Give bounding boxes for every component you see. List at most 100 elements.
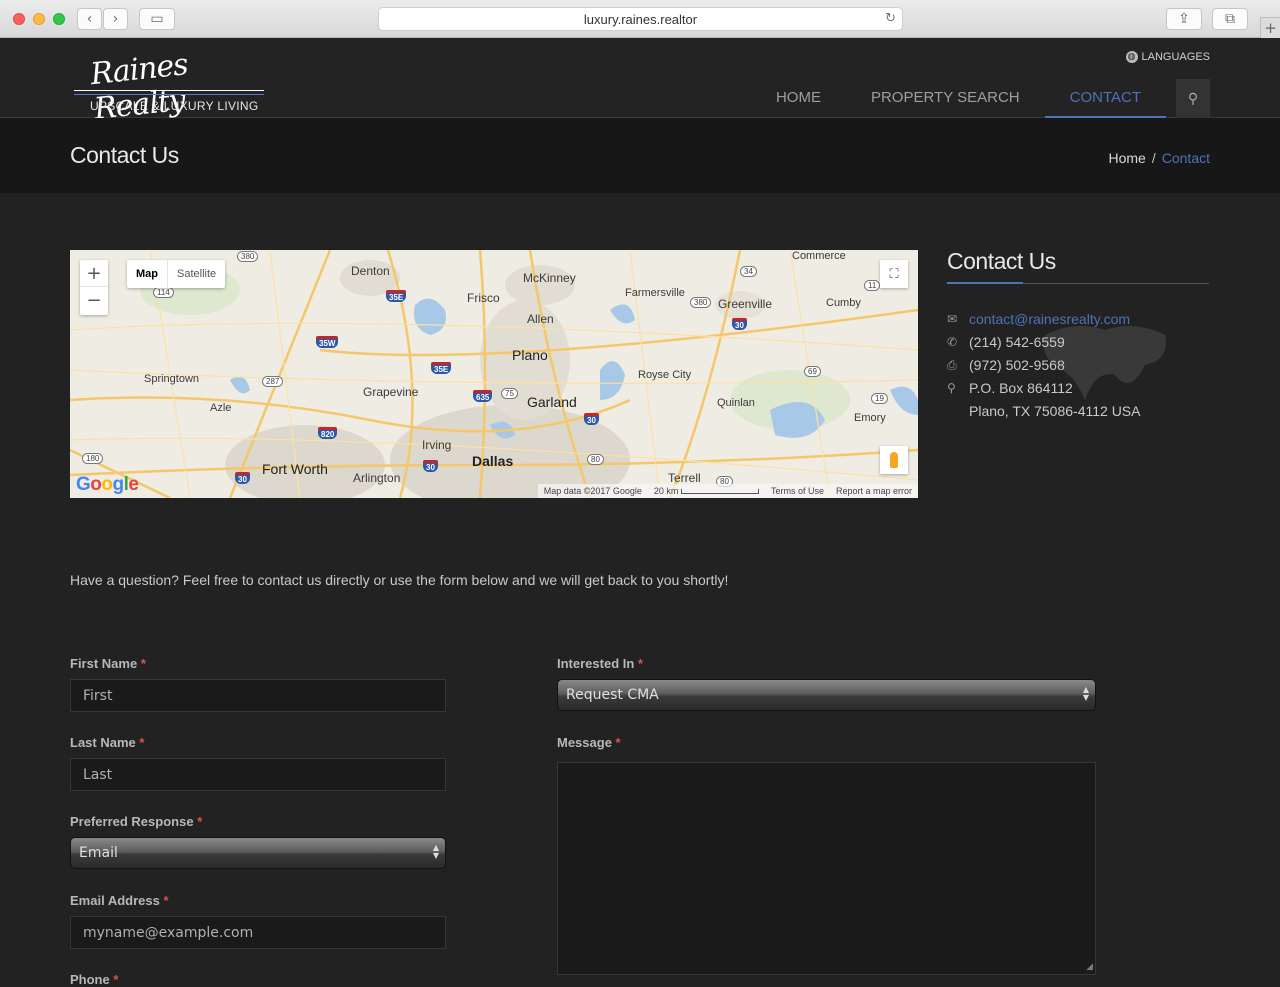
message-label: Message * [557,735,621,750]
share-button[interactable]: ⇪ [1166,8,1202,30]
new-tab-button[interactable]: + [1260,17,1280,38]
tabs-icon: ⧉ [1225,11,1235,27]
nav-item-property-search[interactable]: PROPERTY SEARCH [846,79,1045,118]
scale-bar [680,489,759,494]
contact-email[interactable]: ✉ contact@rainesrealty.com [947,311,1130,327]
contact-phone-text: (214) 542-6559 [969,334,1065,350]
back-button[interactable]: ‹ [77,8,102,30]
contact-address-line2-row: Plano, TX 75086-4112 USA [969,403,1141,419]
forward-button[interactable]: › [103,8,128,30]
url-text: luxury.raines.realtor [583,11,698,27]
sidebar-toggle-button[interactable]: ▭ [139,8,175,30]
email-address-input[interactable]: myname@example.com [70,916,446,949]
sidebar-title: Contact Us [947,248,1056,274]
email-address-label: Email Address * [70,893,169,908]
select-arrows-icon: ▲ ▼ [432,843,439,860]
minimize-window-button[interactable] [33,13,45,25]
zoom-window-button[interactable] [53,13,65,25]
chevron-left-icon: ‹ [86,11,93,27]
phone-label: Phone * [70,972,118,987]
interstate-marker: 820 [318,427,338,439]
breadcrumb-home[interactable]: Home [1109,150,1146,166]
route-marker: 34 [740,266,757,277]
map-type-satellite-button[interactable]: Satellite [168,260,225,288]
pegman-icon [890,452,898,468]
first-name-placeholder: First [83,687,113,704]
map-place-label: Springtown [144,373,200,385]
route-marker: 69 [804,366,821,377]
fullscreen-button[interactable]: ⛶ [880,260,908,288]
contact-email-link[interactable]: contact@rainesrealty.com [969,311,1130,327]
site-logo[interactable]: Raines Realty UPSCALE & LUXURY LIVING [72,40,267,127]
email-address-placeholder: myname@example.com [83,924,254,941]
route-marker: 75 [501,388,518,399]
first-name-label: First Name * [70,656,146,671]
reload-icon[interactable]: ↻ [885,11,896,26]
map-place-label: Royse City [638,369,692,381]
preferred-response-select[interactable]: Email ▲ ▼ [70,837,446,869]
message-textarea[interactable]: ◢ [557,762,1096,975]
languages-menu[interactable]: ◍ LANGUAGES [1125,51,1210,63]
map-place-label: Garland [527,394,577,410]
message-label-text: Message [557,735,612,750]
sidebar-rule-accent [947,282,1023,284]
required-mark: * [637,656,643,671]
contact-address: ⚲ P.O. Box 864112 [947,380,1073,396]
close-window-button[interactable] [13,13,25,25]
interested-in-select[interactable]: Request CMA ▲ ▼ [557,679,1096,711]
resize-grip-icon[interactable]: ◢ [1086,962,1093,972]
last-name-label: Last Name * [70,735,144,750]
map-scale[interactable]: 20 km [654,486,759,496]
terms-of-use-link[interactable]: Terms of Use [771,486,824,496]
fax-icon: ⎙ [947,357,957,372]
route-marker: 380 [237,251,259,262]
page-title-bar: Contact Us Home / Contact [0,118,1280,193]
languages-label: LANGUAGES [1141,51,1210,63]
last-name-placeholder: Last [83,766,113,783]
interstate-marker: 35E [431,362,452,374]
nav-item-contact[interactable]: CONTACT [1044,79,1166,118]
contact-address-line2: Plano, TX 75086-4112 USA [969,403,1141,419]
route-marker: 19 [871,393,888,404]
last-name-label-text: Last Name [70,735,136,750]
tabs-button[interactable]: ⧉ [1212,8,1248,30]
google-map[interactable]: Denton McKinney Commerce Frisco Farmersv… [70,250,918,498]
interstate-marker: 30 [235,472,250,484]
main-nav: HOME PROPERTY SEARCH CONTACT ⚲ [751,79,1210,118]
map-data-credit: Map data ©2017 Google [543,486,642,496]
interstate-marker: 35E [386,290,407,302]
map-place-label: Emory [854,412,886,424]
sidebar-rule [947,282,1209,284]
route-marker: 180 [82,453,104,464]
map-place-label: Denton [351,264,390,278]
search-button[interactable]: ⚲ [1176,79,1210,118]
required-mark: * [140,656,146,671]
map-place-label: Arlington [353,471,401,485]
map-scale-label: 20 km [653,486,679,496]
report-map-error-link[interactable]: Report a map error [836,486,912,496]
map-type-map-button[interactable]: Map [127,260,168,288]
map-place-label: Cumby [826,297,861,309]
last-name-input[interactable]: Last [70,758,446,791]
browser-toolbar: ‹ › ▭ luxury.raines.realtor ↻ ⇪ ⧉ + [0,0,1280,38]
required-mark: * [615,735,621,750]
map-zoom-control: + − [80,260,108,315]
street-view-button[interactable] [880,446,908,474]
zoom-in-button[interactable]: + [80,260,108,287]
google-logo[interactable]: Google [76,474,139,496]
contact-fax: ⎙ (972) 502-9568 [947,357,1065,373]
logo-rule-accent [74,94,264,95]
nav-item-home[interactable]: HOME [751,79,846,118]
logo-rule [74,90,264,91]
interstate-marker: 30 [423,460,438,472]
map-place-label: Fort Worth [262,461,328,477]
map-place-label: Allen [527,312,554,326]
address-bar[interactable]: luxury.raines.realtor ↻ [378,7,903,31]
map-place-label: Frisco [467,291,500,305]
route-marker: 287 [262,376,284,387]
zoom-out-button[interactable]: − [80,287,108,314]
sidebar-icon: ▭ [150,11,164,27]
map-place-label: Greenville [718,297,773,311]
required-mark: * [113,972,119,987]
first-name-input[interactable]: First [70,679,446,712]
